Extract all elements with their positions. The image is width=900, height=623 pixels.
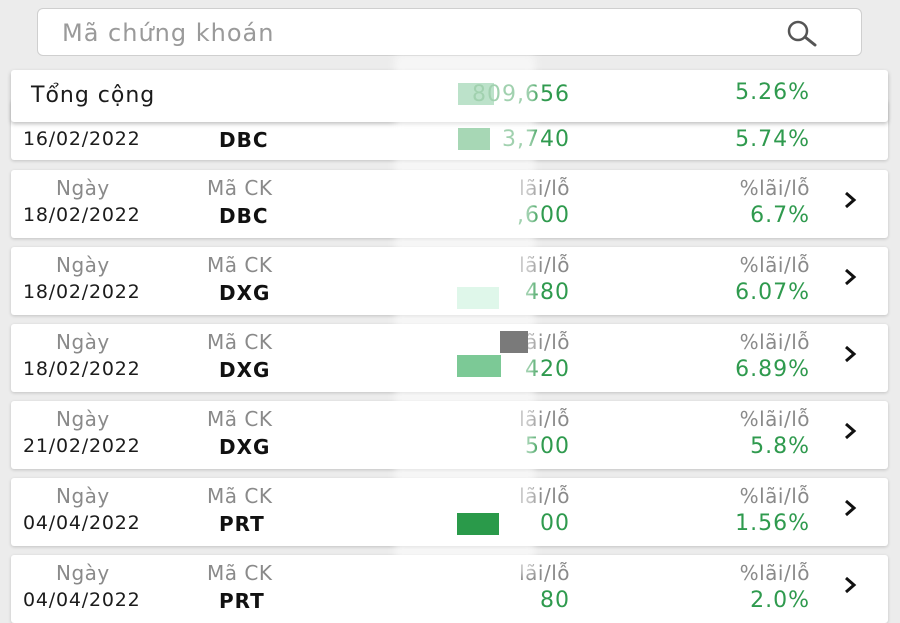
row-date: 18/02/2022 xyxy=(23,281,141,303)
row-code: DBC xyxy=(219,128,269,152)
date-label: Ngày xyxy=(56,253,110,277)
search-bar[interactable] xyxy=(37,8,862,57)
date-label: Ngày xyxy=(56,561,110,585)
chevron-right-icon[interactable] xyxy=(842,421,858,441)
row-date: 04/04/2022 xyxy=(23,512,141,534)
redaction-patch xyxy=(457,355,501,377)
search-input[interactable] xyxy=(60,9,784,57)
row-percent: 2.0% xyxy=(750,588,810,613)
row-date: 04/04/2022 xyxy=(23,589,141,611)
row-code: DXG xyxy=(219,435,271,459)
redaction-patch xyxy=(500,331,528,353)
row-percent: 6.07% xyxy=(735,280,810,305)
row-percent: 1.56% xyxy=(735,511,810,536)
chevron-right-icon[interactable] xyxy=(842,344,858,364)
date-label: Ngày xyxy=(56,330,110,354)
row-date: 18/02/2022 xyxy=(23,204,141,226)
row-date: 18/02/2022 xyxy=(23,358,141,380)
row-profit: 80 xyxy=(540,588,570,613)
total-percent: 5.26% xyxy=(735,80,810,105)
percent-label: %lãi/lỗ xyxy=(739,407,810,431)
code-label: Mã CK xyxy=(207,484,273,508)
search-icon[interactable] xyxy=(783,19,823,47)
chevron-right-icon[interactable] xyxy=(842,498,858,518)
row-percent: 6.89% xyxy=(735,357,810,382)
code-label: Mã CK xyxy=(207,176,273,200)
chevron-right-icon[interactable] xyxy=(842,267,858,287)
chevron-right-icon[interactable] xyxy=(842,575,858,595)
total-label: Tổng cộng xyxy=(31,83,156,108)
code-label: Mã CK xyxy=(207,253,273,277)
percent-label: %lãi/lỗ xyxy=(739,484,810,508)
percent-label: %lãi/lỗ xyxy=(739,176,810,200)
row-percent: 5.8% xyxy=(750,434,810,459)
date-label: Ngày xyxy=(56,484,110,508)
redaction-patch xyxy=(457,513,499,535)
row-code: DBC xyxy=(219,204,269,228)
row-code: PRT xyxy=(219,589,265,613)
percent-label: %lãi/lỗ xyxy=(739,330,810,354)
row-percent: 6.7% xyxy=(750,203,810,228)
redaction-patch xyxy=(457,287,499,309)
code-label: Mã CK xyxy=(207,407,273,431)
date-label: Ngày xyxy=(56,407,110,431)
chevron-right-icon[interactable] xyxy=(842,190,858,210)
row-date: 16/02/2022 xyxy=(23,128,141,150)
row-date: 21/02/2022 xyxy=(23,435,141,457)
percent-label: %lãi/lỗ xyxy=(739,561,810,585)
code-label: Mã CK xyxy=(207,330,273,354)
row-code: PRT xyxy=(219,512,265,536)
code-label: Mã CK xyxy=(207,561,273,585)
date-label: Ngày xyxy=(56,176,110,200)
row-code: DXG xyxy=(219,358,271,382)
row-code: DXG xyxy=(219,281,271,305)
row-profit: 00 xyxy=(540,511,570,536)
row-percent: 5.74% xyxy=(735,127,810,152)
percent-label: %lãi/lỗ xyxy=(739,253,810,277)
